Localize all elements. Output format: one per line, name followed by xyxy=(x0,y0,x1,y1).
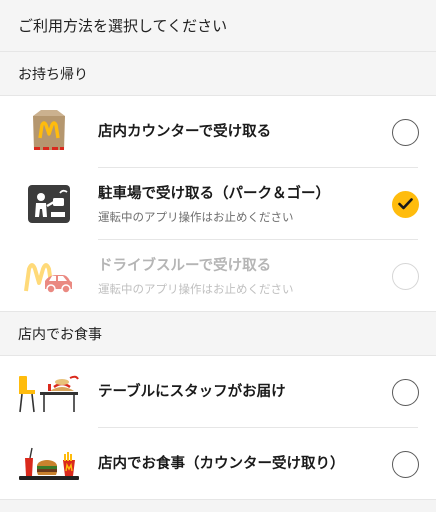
option-title: ドライブスルーで受け取る xyxy=(98,257,272,274)
tray-meal-icon xyxy=(0,428,98,500)
dine-in-options: テーブルにスタッフがお届け 店内でお食事（カウンター受け取り） xyxy=(0,356,436,500)
option-title: 店内でお食事（カウンター受け取り） xyxy=(98,456,345,472)
option-table-delivery[interactable]: テーブルにスタッフがお届け xyxy=(0,356,436,428)
drive-thru-icon xyxy=(0,240,98,312)
option-park-and-go[interactable]: 駐車場で受け取る（パーク＆ゴー） 運転中のアプリ操作はお止めください xyxy=(0,168,436,240)
section-header-takeout: お持ち帰り xyxy=(0,52,436,96)
takeout-options: 店内カウンターで受け取る 駐車場で受け取る（パーク＆ゴー） 運転中のアプリ操作は… xyxy=(0,96,436,312)
radio-button-disabled xyxy=(392,262,419,290)
radio-button[interactable] xyxy=(392,378,419,406)
radio-button[interactable] xyxy=(392,450,419,478)
section-header-dine-in: 店内でお食事 xyxy=(0,312,436,356)
option-title: 店内カウンターで受け取る xyxy=(98,124,272,140)
park-and-go-icon xyxy=(0,168,98,240)
option-drive-thru: ドライブスルーで受け取る 運転中のアプリ操作はお止めください xyxy=(0,240,436,312)
bottom-spacer xyxy=(0,500,436,512)
option-title: テーブルにスタッフがお届け xyxy=(98,384,286,400)
page-title: ご利用方法を選択してください xyxy=(18,17,228,35)
option-warning: 運転中のアプリ操作はお止めください xyxy=(98,281,294,296)
option-title: 駐車場で受け取る（パーク＆ゴー） xyxy=(98,185,330,202)
header: ご利用方法を選択してください xyxy=(0,0,436,52)
option-counter-pickup[interactable]: 店内カウンターで受け取る xyxy=(0,96,436,168)
section-title: 店内でお食事 xyxy=(18,326,102,343)
radio-button-checked[interactable] xyxy=(392,190,419,218)
checkmark-icon xyxy=(398,198,413,210)
takeout-bag-icon xyxy=(0,96,98,168)
option-counter-dine-in[interactable]: 店内でお食事（カウンター受け取り） xyxy=(0,428,436,500)
option-warning: 運転中のアプリ操作はお止めください xyxy=(98,209,294,224)
section-title: お持ち帰り xyxy=(18,66,88,83)
radio-button[interactable] xyxy=(392,118,419,146)
table-delivery-icon xyxy=(0,356,98,428)
